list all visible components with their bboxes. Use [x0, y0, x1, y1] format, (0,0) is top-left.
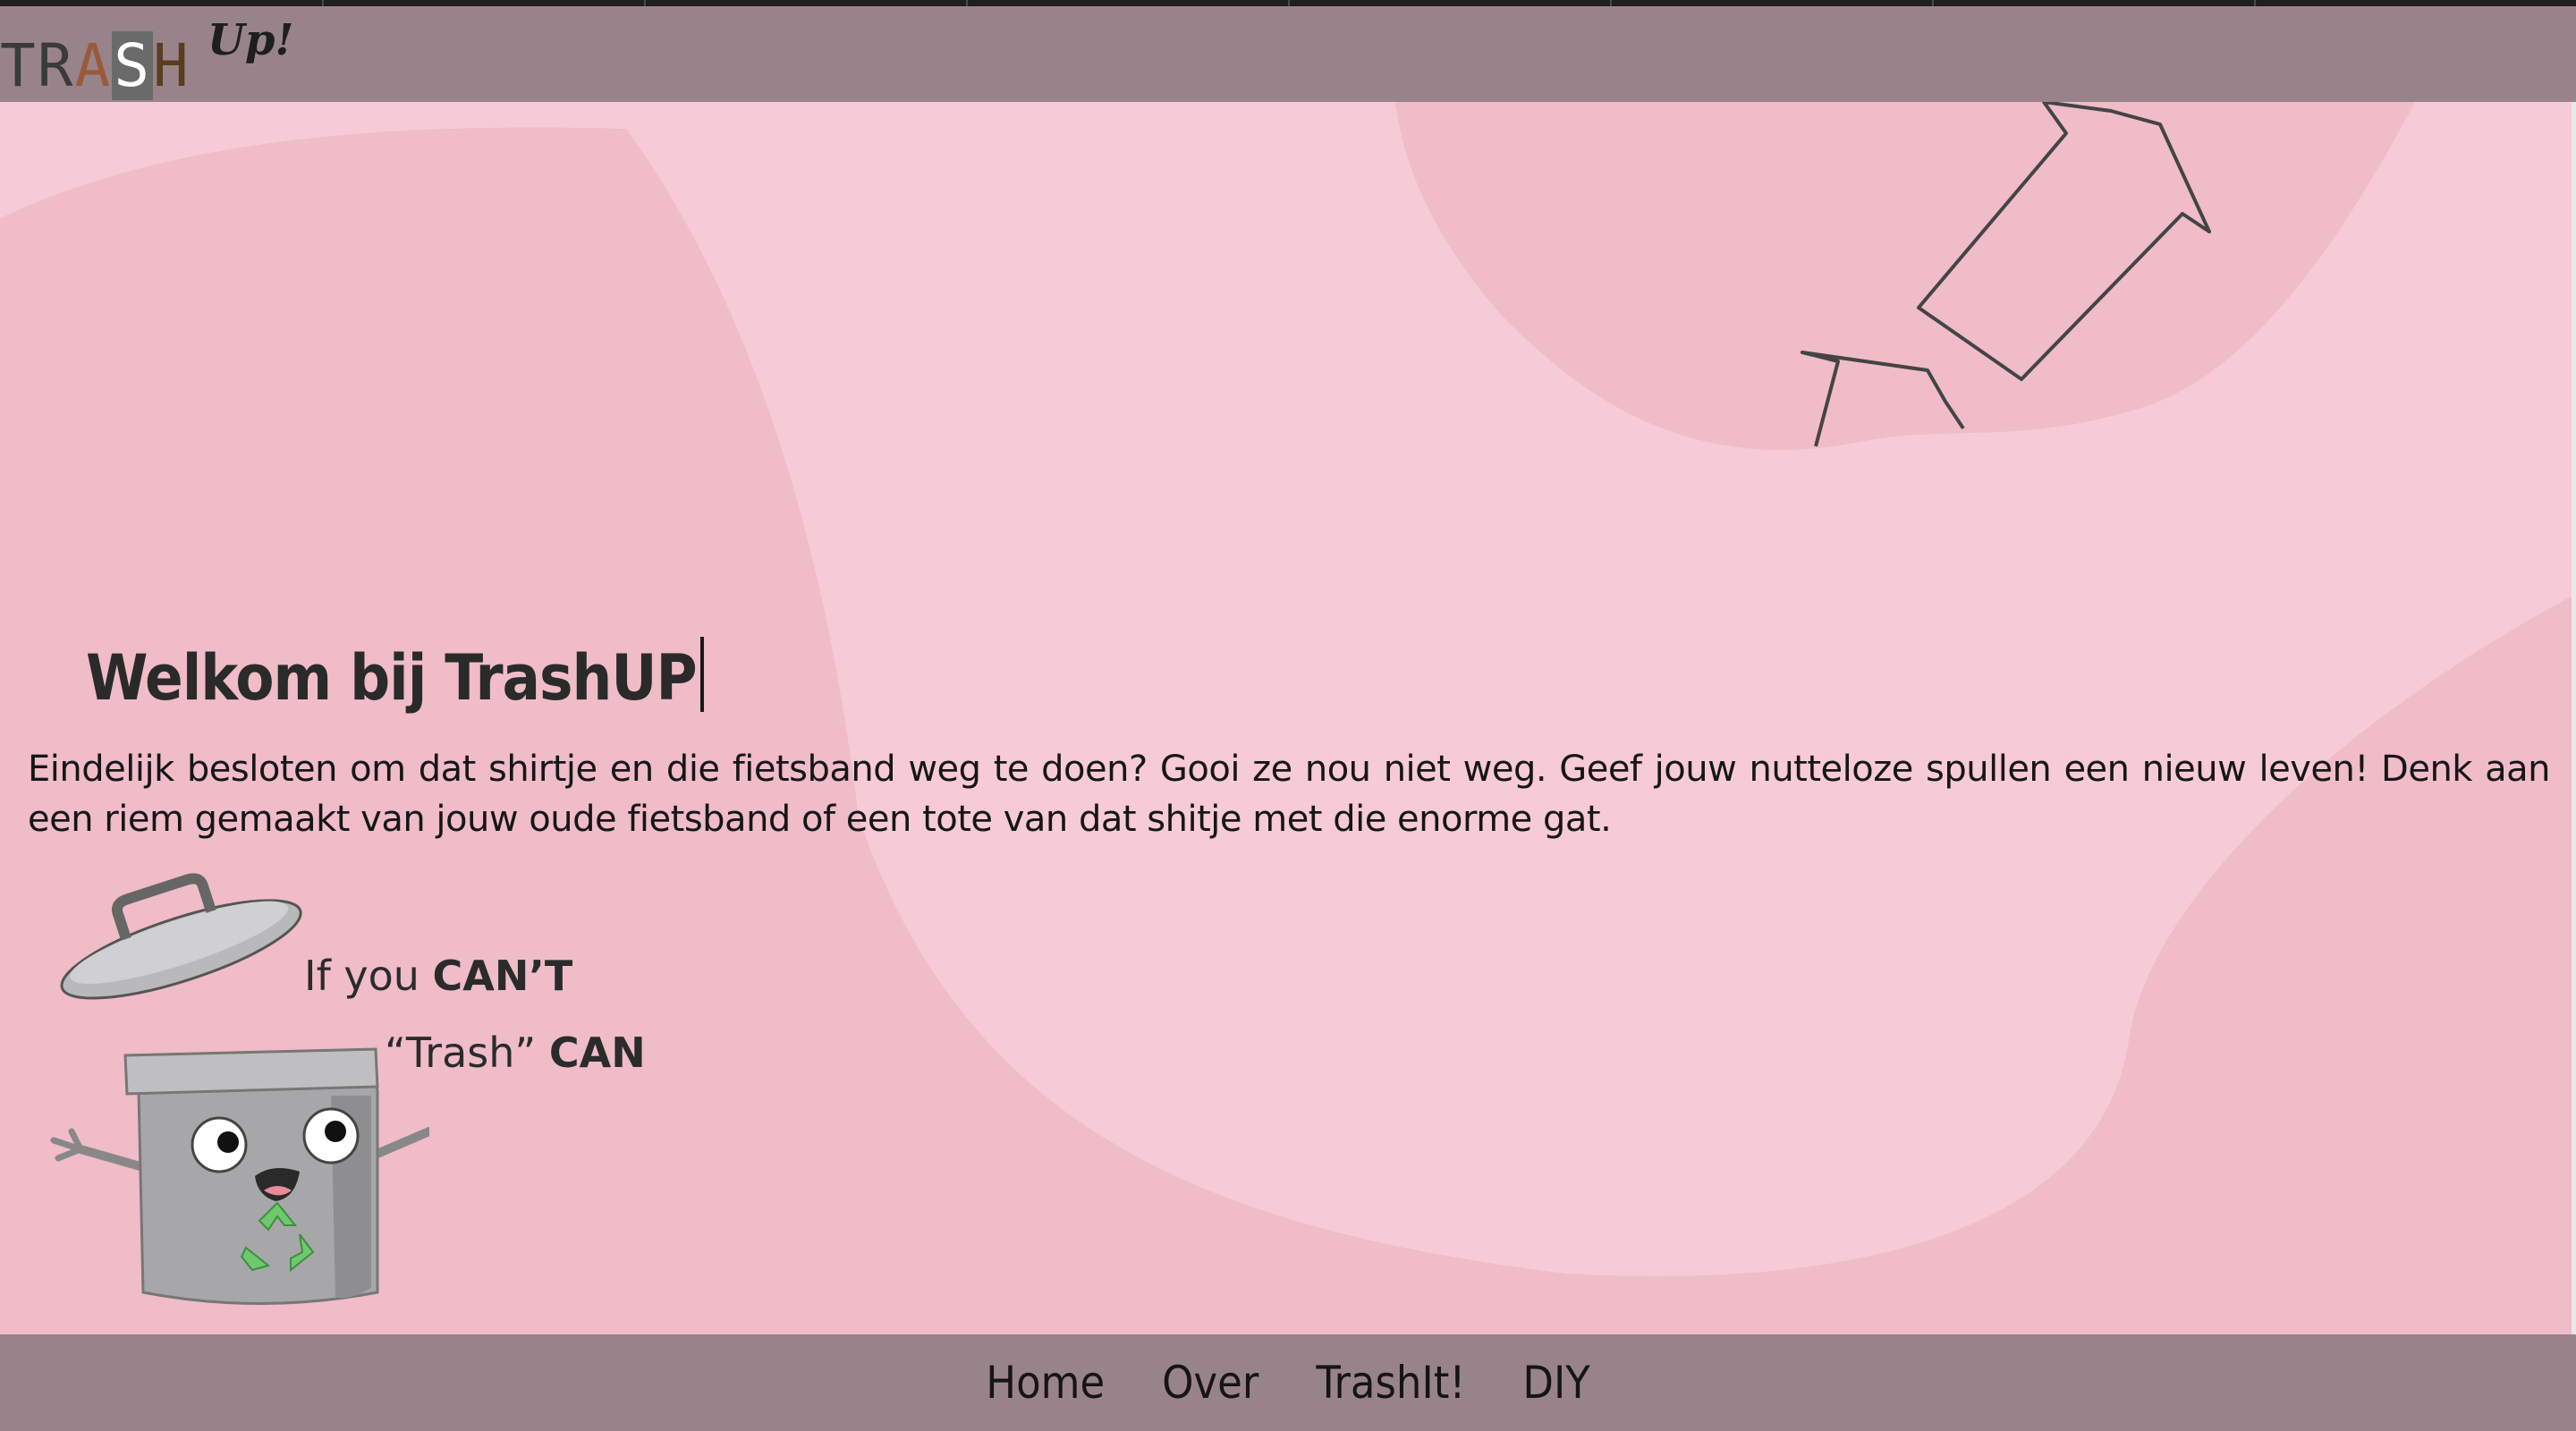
site-logo[interactable]: TRASH Up!: [0, 15, 295, 100]
nav-link-over[interactable]: Over: [1162, 1357, 1258, 1409]
mascot-caption-line2: “Trash” CAN: [385, 1029, 646, 1077]
intro-paragraph: Eindelijk besloten om dat shirtje en die…: [28, 749, 2551, 840]
site-footer: Home Over TrashIt! DIY: [0, 1334, 2576, 1431]
logo-wordmark: TRASH: [0, 31, 191, 100]
page: TRASH Up! If you CAN’T “Trash” CAN Welko…: [0, 0, 2576, 1431]
nav-link-trashit[interactable]: TrashIt!: [1316, 1357, 1465, 1409]
trash-can-mascot-icon: [50, 873, 429, 1305]
hero-section: If you CAN’T “Trash” CAN: [0, 102, 2576, 1334]
logo-superscript: Up!: [208, 15, 294, 65]
mascot-caption-line1: If you CAN’T: [304, 952, 573, 1000]
footer-nav: Home Over TrashIt! DIY: [0, 1334, 2576, 1431]
page-title: Welkom bij TrashUP: [86, 637, 704, 715]
scrollbar[interactable]: [2572, 102, 2576, 1334]
browser-tab-strip: [0, 0, 2576, 6]
nav-link-home[interactable]: Home: [986, 1357, 1105, 1409]
site-header: TRASH Up!: [0, 6, 2576, 102]
text-caret: [699, 637, 704, 712]
nav-link-diy[interactable]: DIY: [1522, 1357, 1589, 1409]
